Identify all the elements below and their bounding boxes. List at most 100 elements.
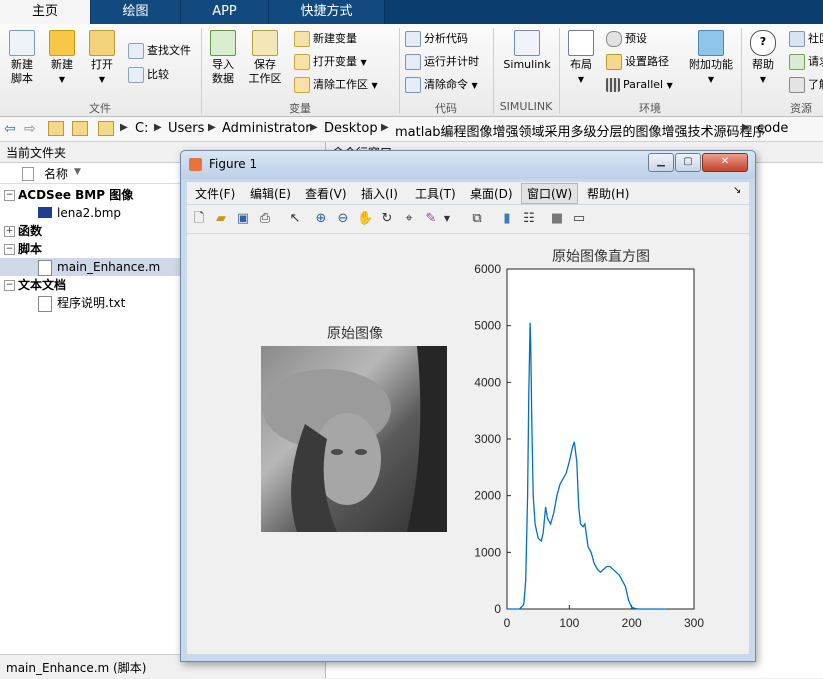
data-cursor-icon[interactable]: ⌖ <box>401 211 417 227</box>
breadcrumb-administrator[interactable]: Administrator <box>222 121 311 136</box>
analyze-code-icon <box>405 31 421 47</box>
hide-plot-tools-icon[interactable]: ■ <box>549 211 565 227</box>
figure-title: Figure 1 <box>209 157 258 171</box>
simulink-button[interactable]: Simulink <box>500 30 554 72</box>
collapse-icon[interactable]: − <box>4 244 15 255</box>
new-script-button[interactable]: 新建 脚本 <box>4 30 40 86</box>
parallel-button[interactable]: Parallel ▼ <box>606 76 673 94</box>
community-button[interactable]: 社区 <box>789 30 823 48</box>
rotate-icon[interactable]: ↻ <box>379 211 395 227</box>
menu-view[interactable]: 查看(V) <box>305 185 347 202</box>
request-support-button[interactable]: 请求支持 <box>789 53 823 71</box>
up-folder-icon[interactable] <box>48 121 64 136</box>
run-and-time-button[interactable]: 运行并计时 <box>405 53 479 71</box>
pan-hand-icon[interactable]: ✋ <box>357 211 373 227</box>
compare-button[interactable]: 比较 <box>128 66 169 84</box>
breadcrumb-project-folder[interactable]: matlab编程图像增强领域采用多级分层的图像增强技术源码程序 <box>395 121 766 140</box>
close-button[interactable]: ✕ <box>702 153 748 172</box>
clear-workspace-button[interactable]: 清除工作区 ▼ <box>294 76 378 94</box>
figure-menubar: 文件(F) 编辑(E) 查看(V) 插入(I) 工具(T) 桌面(D) 窗口(W… <box>187 182 749 204</box>
back-arrow-icon[interactable]: ⇦ <box>4 121 16 137</box>
collapse-icon[interactable]: − <box>4 280 15 291</box>
group-label-simulink: SIMULINK <box>499 100 553 113</box>
save-icon[interactable]: ▣ <box>235 211 251 227</box>
show-plot-tools-icon[interactable]: ▭ <box>571 211 587 227</box>
menu-edit[interactable]: 编辑(E) <box>250 185 291 202</box>
analyze-code-button[interactable]: 分析代码 <box>405 30 468 48</box>
link-plot-icon[interactable]: ⧉ <box>469 211 485 227</box>
breadcrumb-users[interactable]: Users <box>168 121 204 136</box>
menu-insert[interactable]: 插入(I) <box>361 185 398 202</box>
print-icon[interactable]: ⎙ <box>257 211 273 227</box>
open-button[interactable]: 打开 ▼ <box>84 30 120 87</box>
import-data-button[interactable]: 导入 数据 <box>206 30 240 86</box>
file-type-column-icon <box>22 167 34 181</box>
expand-icon[interactable]: + <box>4 226 15 237</box>
zoom-in-icon[interactable]: ⊕ <box>313 211 329 227</box>
new-button[interactable]: 新建 ▼ <box>44 30 80 87</box>
name-column-header[interactable]: 名称 <box>44 165 68 182</box>
new-plus-icon <box>49 30 75 56</box>
zoom-out-icon[interactable]: ⊖ <box>335 211 351 227</box>
new-variable-icon <box>294 31 310 47</box>
set-path-icon <box>606 54 622 70</box>
y-tick-label: 6000 <box>474 262 501 276</box>
breadcrumb-separator: ▶ <box>208 122 216 133</box>
breadcrumb-desktop[interactable]: Desktop <box>324 121 378 136</box>
y-tick-label: 2000 <box>474 489 501 503</box>
breadcrumb-c[interactable]: C: <box>135 121 148 136</box>
community-icon <box>789 31 805 47</box>
maximize-button[interactable]: ▢ <box>675 153 701 172</box>
clear-commands-button[interactable]: 清除命令 ▼ <box>405 76 478 94</box>
brush-icon[interactable]: ✎ <box>423 211 439 227</box>
new-figure-icon[interactable]: 🗋 <box>191 211 207 227</box>
group-label: ACDSee BMP 图像 <box>18 188 134 202</box>
tab-apps[interactable]: APP <box>181 0 269 24</box>
find-files-button[interactable]: 查找文件 <box>128 42 191 60</box>
help-button[interactable]: ? 帮助 ▼ <box>746 30 780 87</box>
tab-plots[interactable]: 绘图 <box>91 0 181 24</box>
group-label: 文本文档 <box>18 278 67 292</box>
browse-folder-icon[interactable] <box>72 121 88 136</box>
menu-help[interactable]: 帮助(H) <box>587 185 629 202</box>
open-variable-icon <box>294 54 310 70</box>
open-variable-button[interactable]: 打开变量 ▼ <box>294 53 367 71</box>
collapse-icon[interactable]: − <box>4 190 15 201</box>
figure-window[interactable]: Figure 1 ▁ ▢ ✕ 文件(F) 编辑(E) 查看(V) 插入(I) 工… <box>180 150 756 662</box>
menu-tools[interactable]: 工具(T) <box>415 185 456 202</box>
legend-icon[interactable]: ☷ <box>521 211 537 227</box>
menu-desktop[interactable]: 桌面(D) <box>470 185 513 202</box>
tab-shortcuts[interactable]: 快捷方式 <box>269 0 385 24</box>
tab-home[interactable]: 主页 <box>0 0 91 24</box>
set-path-button[interactable]: 设置路径 <box>606 53 669 71</box>
addons-button[interactable]: 附加功能 ▼ <box>686 30 736 87</box>
breadcrumb-code[interactable]: code <box>757 121 788 136</box>
minimize-button[interactable]: ▁ <box>648 153 674 172</box>
compare-icon <box>128 67 144 83</box>
preferences-button[interactable]: 预设 <box>606 30 647 48</box>
breadcrumb-separator: ▶ <box>381 122 389 133</box>
import-icon <box>210 30 236 56</box>
dock-arrow-icon[interactable]: ↘ <box>733 185 741 196</box>
menu-window[interactable]: 窗口(W) <box>521 183 579 204</box>
figure-titlebar[interactable]: Figure 1 ▁ ▢ ✕ <box>181 151 755 179</box>
m-script-icon <box>38 260 52 276</box>
forward-arrow-icon[interactable]: ⇨ <box>24 121 36 137</box>
select-arrow-icon[interactable]: ↖ <box>287 211 303 227</box>
save-workspace-button[interactable]: 保存 工作区 <box>245 30 285 86</box>
new-variable-button[interactable]: 新建变量 <box>294 30 357 48</box>
file-name: main_Enhance.m <box>57 260 161 274</box>
open-file-icon[interactable]: ▰ <box>213 211 229 227</box>
layout-button[interactable]: 布局 ▼ <box>564 30 598 87</box>
menu-file[interactable]: 文件(F) <box>195 185 235 202</box>
learn-button[interactable]: 了解 <box>789 76 823 94</box>
colorbar-icon[interactable]: ▮ <box>499 211 515 227</box>
group-label-code: 代码 <box>435 102 457 115</box>
simulink-icon <box>514 30 540 56</box>
y-tick-label: 1000 <box>474 545 501 559</box>
group-label: 脚本 <box>18 242 43 256</box>
figure-canvas[interactable]: 原始图像 原始图像直方图 0 100 200 300 0 1000 2000 3000 400… <box>187 234 749 654</box>
group-label-file: 文件 <box>89 102 111 115</box>
brush-dropdown-icon[interactable]: ▼ <box>439 211 455 227</box>
group-label-environment: 环境 <box>639 102 661 115</box>
